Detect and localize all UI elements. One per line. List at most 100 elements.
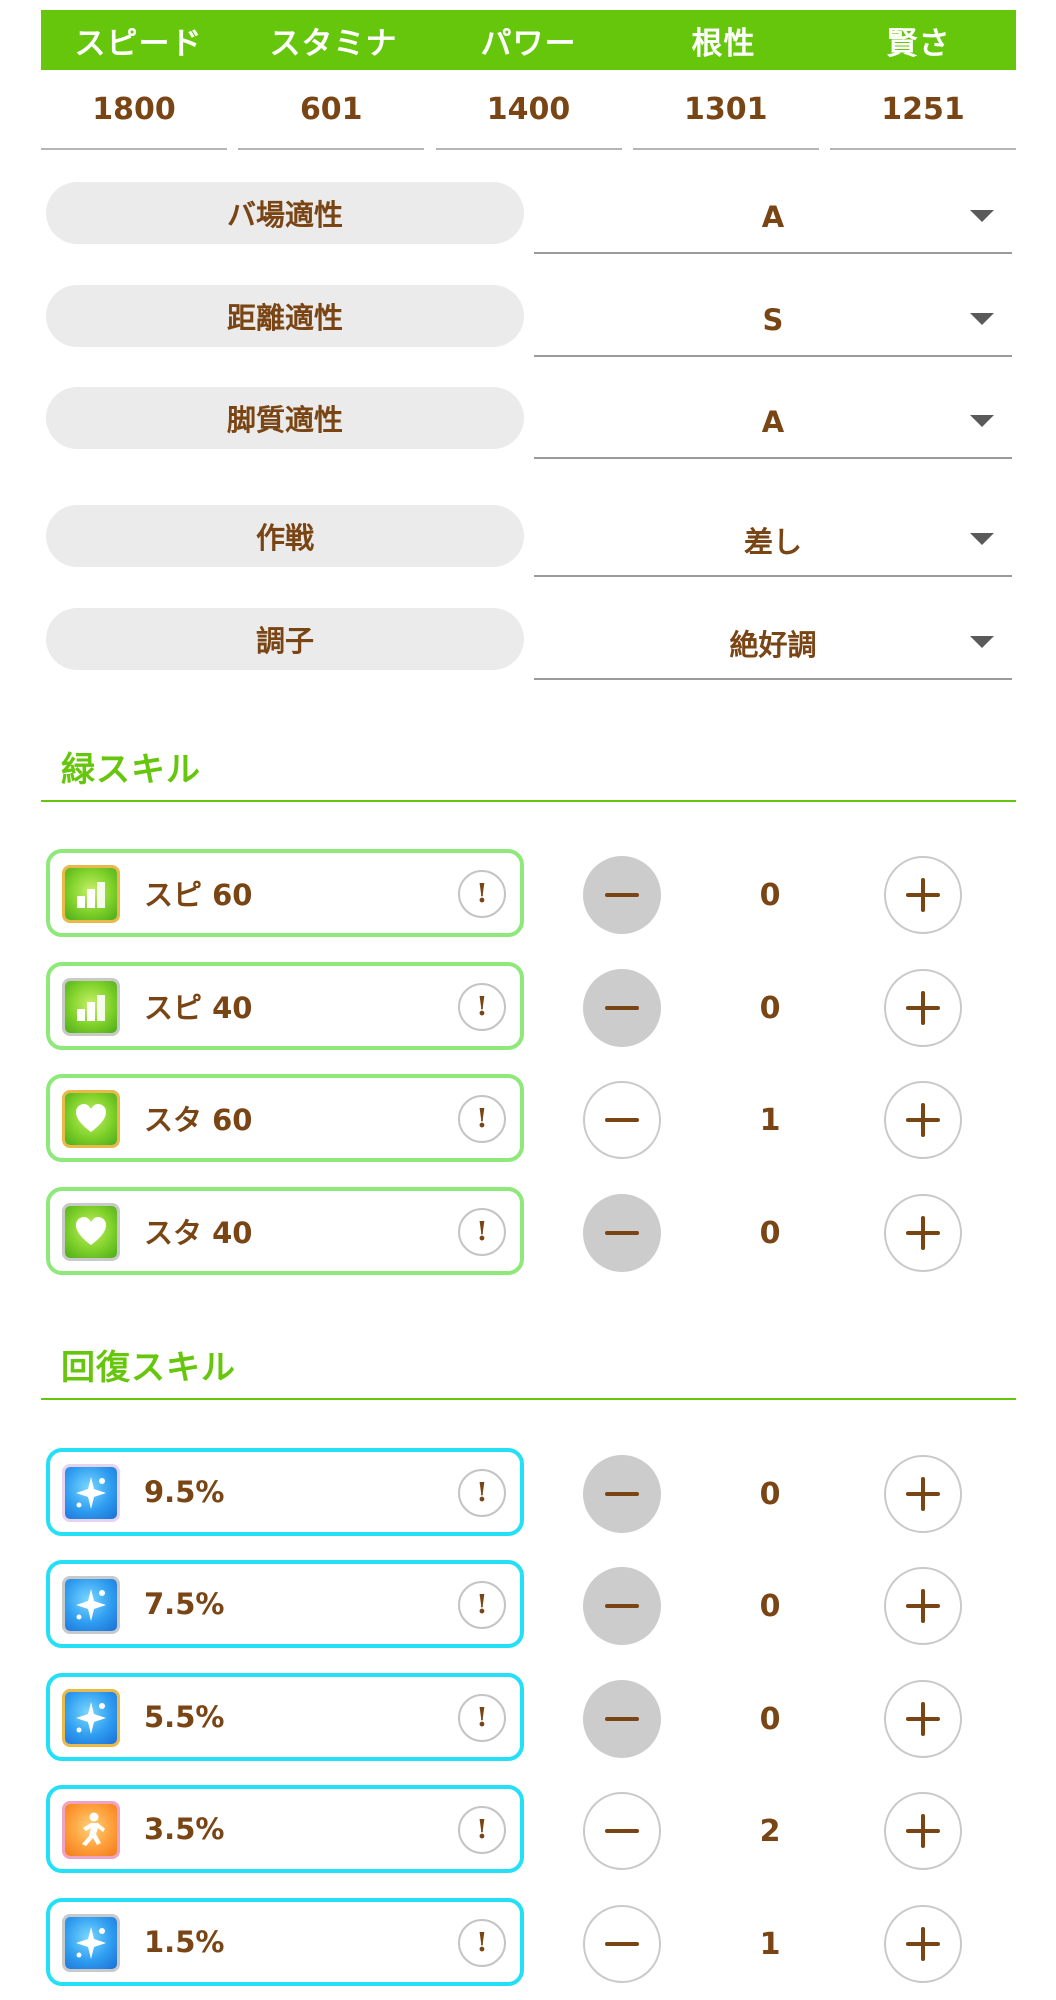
skill-name: 1.5% bbox=[144, 1925, 225, 1959]
skill-card: スタ 40 ! bbox=[46, 1187, 524, 1275]
skill-card: 5.5% ! bbox=[46, 1673, 524, 1761]
skill-card: 7.5% ! bbox=[46, 1560, 524, 1648]
increment-button[interactable] bbox=[884, 856, 962, 934]
track-aptitude-select[interactable]: A bbox=[534, 182, 1012, 254]
increment-button[interactable] bbox=[884, 1905, 962, 1983]
stat-header-power: パワー bbox=[480, 25, 577, 62]
info-button[interactable]: ! bbox=[458, 1095, 506, 1143]
skill-icon-frame bbox=[62, 1689, 120, 1747]
skill-card: スピ 60 ! bbox=[46, 849, 524, 937]
skill-card: 9.5% ! bbox=[46, 1448, 524, 1536]
sparkle-icon bbox=[65, 1917, 117, 1969]
skill-count: 2 bbox=[759, 1813, 781, 1849]
stat-header-stamina: スタミナ bbox=[269, 25, 398, 62]
setting-label: 距離適性 bbox=[46, 285, 524, 347]
select-value: 差し bbox=[743, 525, 802, 559]
skill-icon-frame bbox=[62, 1576, 120, 1634]
decrement-button[interactable] bbox=[583, 1081, 661, 1159]
increment-button[interactable] bbox=[884, 1680, 962, 1758]
heart-icon bbox=[65, 1093, 117, 1145]
sparkle-icon bbox=[65, 1467, 117, 1519]
skill-name: 5.5% bbox=[144, 1700, 225, 1734]
speed-chart-icon bbox=[65, 868, 117, 920]
stats-table: スピード スタミナ パワー 根性 賢さ 1800 601 1400 1301 1… bbox=[41, 10, 1016, 150]
info-button[interactable]: ! bbox=[458, 1581, 506, 1629]
increment-button[interactable] bbox=[884, 1081, 962, 1159]
skill-name: スタ 60 bbox=[144, 1103, 253, 1137]
caret-down-icon bbox=[970, 636, 994, 648]
decrement-button[interactable] bbox=[583, 1680, 661, 1758]
info-button[interactable]: ! bbox=[458, 1919, 506, 1967]
minus-icon bbox=[605, 893, 639, 897]
decrement-button[interactable] bbox=[583, 969, 661, 1047]
minus-icon bbox=[605, 1118, 639, 1122]
strategy-select[interactable]: 差し bbox=[534, 505, 1012, 577]
style-aptitude-select[interactable]: A bbox=[534, 387, 1012, 459]
info-button[interactable]: ! bbox=[458, 1208, 506, 1256]
info-button[interactable]: ! bbox=[458, 1469, 506, 1517]
increment-button[interactable] bbox=[884, 1567, 962, 1645]
select-value: S bbox=[762, 303, 784, 337]
minus-icon bbox=[605, 1829, 639, 1833]
stat-input-speed[interactable]: 1800 bbox=[41, 70, 227, 150]
increment-button[interactable] bbox=[884, 969, 962, 1047]
skill-name: 7.5% bbox=[144, 1587, 225, 1621]
stats-value-row: 1800 601 1400 1301 1251 bbox=[41, 70, 1016, 150]
select-value: A bbox=[761, 405, 785, 439]
stat-input-wisdom[interactable]: 1251 bbox=[830, 70, 1016, 150]
setting-label: 脚質適性 bbox=[46, 387, 524, 449]
skill-card: 1.5% ! bbox=[46, 1898, 524, 1986]
condition-select[interactable]: 絶好調 bbox=[534, 608, 1012, 680]
section-divider bbox=[41, 1398, 1016, 1400]
section-title-recovery-skills: 回復スキル bbox=[61, 1348, 236, 1388]
skill-icon-frame bbox=[62, 978, 120, 1036]
decrement-button[interactable] bbox=[583, 1455, 661, 1533]
caret-down-icon bbox=[970, 313, 994, 325]
skill-name: 9.5% bbox=[144, 1475, 225, 1509]
skill-card: スピ 40 ! bbox=[46, 962, 524, 1050]
increment-button[interactable] bbox=[884, 1455, 962, 1533]
stat-header-wisdom: 賢さ bbox=[886, 25, 951, 62]
stat-input-power[interactable]: 1400 bbox=[435, 70, 622, 150]
minus-icon bbox=[605, 1006, 639, 1010]
skill-card: 3.5% ! bbox=[46, 1785, 524, 1873]
decrement-button[interactable] bbox=[583, 1905, 661, 1983]
info-button[interactable]: ! bbox=[458, 870, 506, 918]
skill-icon-frame bbox=[62, 1203, 120, 1261]
stat-input-stamina[interactable]: 601 bbox=[238, 70, 425, 150]
section-title-green-skills: 緑スキル bbox=[61, 750, 201, 790]
skill-icon-frame bbox=[62, 1914, 120, 1972]
skill-name: 3.5% bbox=[144, 1812, 225, 1846]
increment-button[interactable] bbox=[884, 1792, 962, 1870]
minus-icon bbox=[605, 1604, 639, 1608]
select-value: 絶好調 bbox=[729, 628, 817, 662]
minus-icon bbox=[605, 1717, 639, 1721]
stat-header-speed: スピード bbox=[74, 25, 203, 62]
skill-name: スピ 40 bbox=[144, 991, 253, 1025]
skill-name: スタ 40 bbox=[144, 1216, 253, 1250]
skill-count: 0 bbox=[759, 1476, 781, 1512]
skill-count: 0 bbox=[759, 1215, 781, 1251]
skill-count: 0 bbox=[759, 877, 781, 913]
increment-button[interactable] bbox=[884, 1194, 962, 1272]
info-button[interactable]: ! bbox=[458, 1694, 506, 1742]
info-button[interactable]: ! bbox=[458, 1806, 506, 1854]
stat-input-guts[interactable]: 1301 bbox=[632, 70, 819, 150]
decrement-button[interactable] bbox=[583, 1792, 661, 1870]
setting-track-aptitude: バ場適性 A bbox=[46, 182, 1012, 254]
distance-aptitude-select[interactable]: S bbox=[534, 285, 1012, 357]
skill-icon-frame bbox=[62, 1090, 120, 1148]
info-button[interactable]: ! bbox=[458, 983, 506, 1031]
caret-down-icon bbox=[970, 415, 994, 427]
section-divider bbox=[41, 800, 1016, 802]
skill-icon-frame bbox=[62, 1801, 120, 1859]
decrement-button[interactable] bbox=[583, 856, 661, 934]
skill-count: 0 bbox=[759, 1701, 781, 1737]
decrement-button[interactable] bbox=[583, 1194, 661, 1272]
skill-count: 1 bbox=[759, 1102, 781, 1138]
minus-icon bbox=[605, 1492, 639, 1496]
sparkle-icon bbox=[65, 1579, 117, 1631]
decrement-button[interactable] bbox=[583, 1567, 661, 1645]
setting-style-aptitude: 脚質適性 A bbox=[46, 387, 1012, 459]
skill-count: 0 bbox=[759, 1588, 781, 1624]
